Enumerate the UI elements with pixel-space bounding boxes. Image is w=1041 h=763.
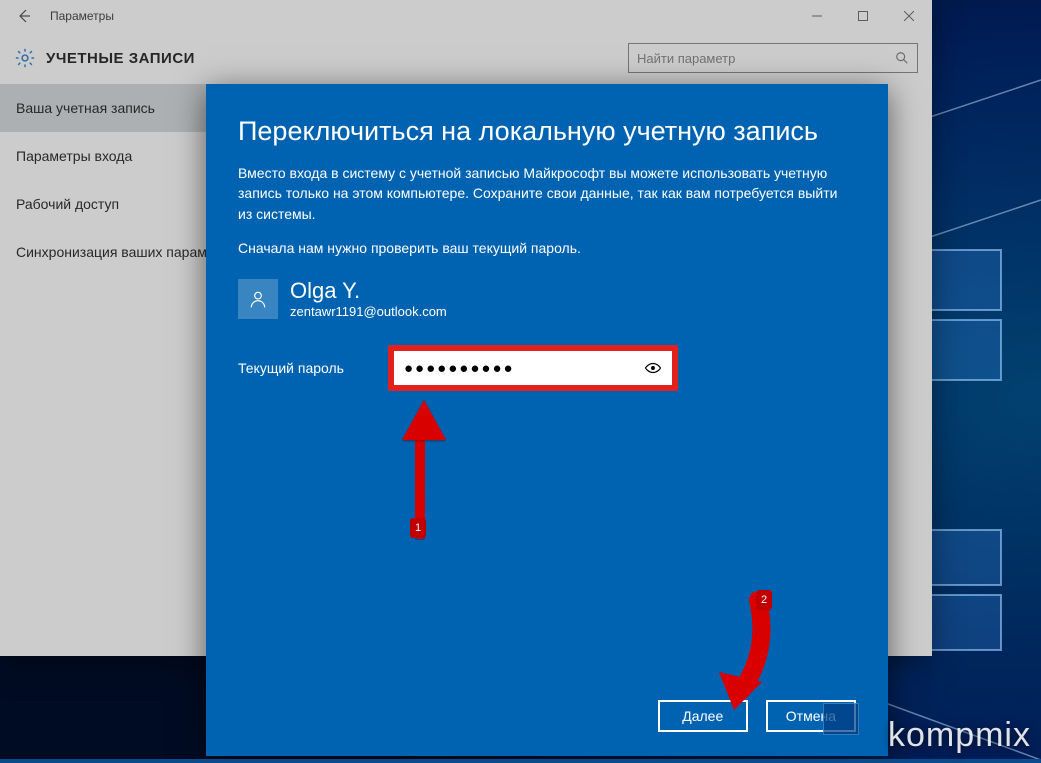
gear-icon xyxy=(14,47,36,69)
minimize-icon xyxy=(812,11,822,21)
dialog-paragraph-2: Сначала нам нужно проверить ваш текущий … xyxy=(238,238,838,258)
titlebar: Параметры xyxy=(0,0,932,32)
annotation-badge-2: 2 xyxy=(756,590,772,610)
annotation-badge-1: 1 xyxy=(410,518,426,538)
close-icon xyxy=(904,11,914,21)
password-row: Текущий пароль xyxy=(238,345,856,391)
minimize-button[interactable] xyxy=(794,0,840,32)
window-title: Параметры xyxy=(48,9,794,23)
maximize-button[interactable] xyxy=(840,0,886,32)
next-button-label: Далее xyxy=(682,708,723,724)
switch-local-account-dialog: Переключиться на локальную учетную запис… xyxy=(206,84,888,756)
settings-header: УЧЕТНЫЕ ЗАПИСИ xyxy=(0,32,932,84)
dialog-title: Переключиться на локальную учетную запис… xyxy=(238,116,856,147)
reveal-password-button[interactable] xyxy=(640,351,666,385)
search-box[interactable] xyxy=(628,43,918,73)
current-password-input[interactable] xyxy=(394,351,672,385)
close-button[interactable] xyxy=(886,0,932,32)
maximize-icon xyxy=(858,11,868,21)
page-title: УЧЕТНЫЕ ЗАПИСИ xyxy=(46,50,628,67)
back-button[interactable] xyxy=(0,0,48,32)
password-box-highlight xyxy=(388,345,678,391)
sidebar-item-label: Параметры входа xyxy=(16,148,132,164)
current-user-row: Olga Y. zentawr1191@outlook.com xyxy=(238,278,856,319)
avatar xyxy=(238,279,278,319)
password-label: Текущий пароль xyxy=(238,360,388,376)
next-button[interactable]: Далее xyxy=(658,700,748,732)
watermark: kompmix xyxy=(888,716,1031,755)
sidebar-item-label: Ваша учетная запись xyxy=(16,100,155,116)
search-icon xyxy=(895,51,909,65)
eye-icon xyxy=(644,359,662,377)
user-email: zentawr1191@outlook.com xyxy=(290,304,447,319)
taskbar-edge xyxy=(0,759,1041,763)
arrow-left-icon xyxy=(16,8,32,24)
user-display-name: Olga Y. xyxy=(290,278,447,304)
person-icon xyxy=(248,289,268,309)
search-input[interactable] xyxy=(637,51,895,66)
sidebar-item-label: Рабочий доступ xyxy=(16,196,119,212)
dialog-button-row: Далее Отмена xyxy=(238,700,856,732)
dialog-paragraph-1: Вместо входа в систему с учетной записью… xyxy=(238,163,838,224)
taskbar-thumbnail xyxy=(823,703,859,735)
